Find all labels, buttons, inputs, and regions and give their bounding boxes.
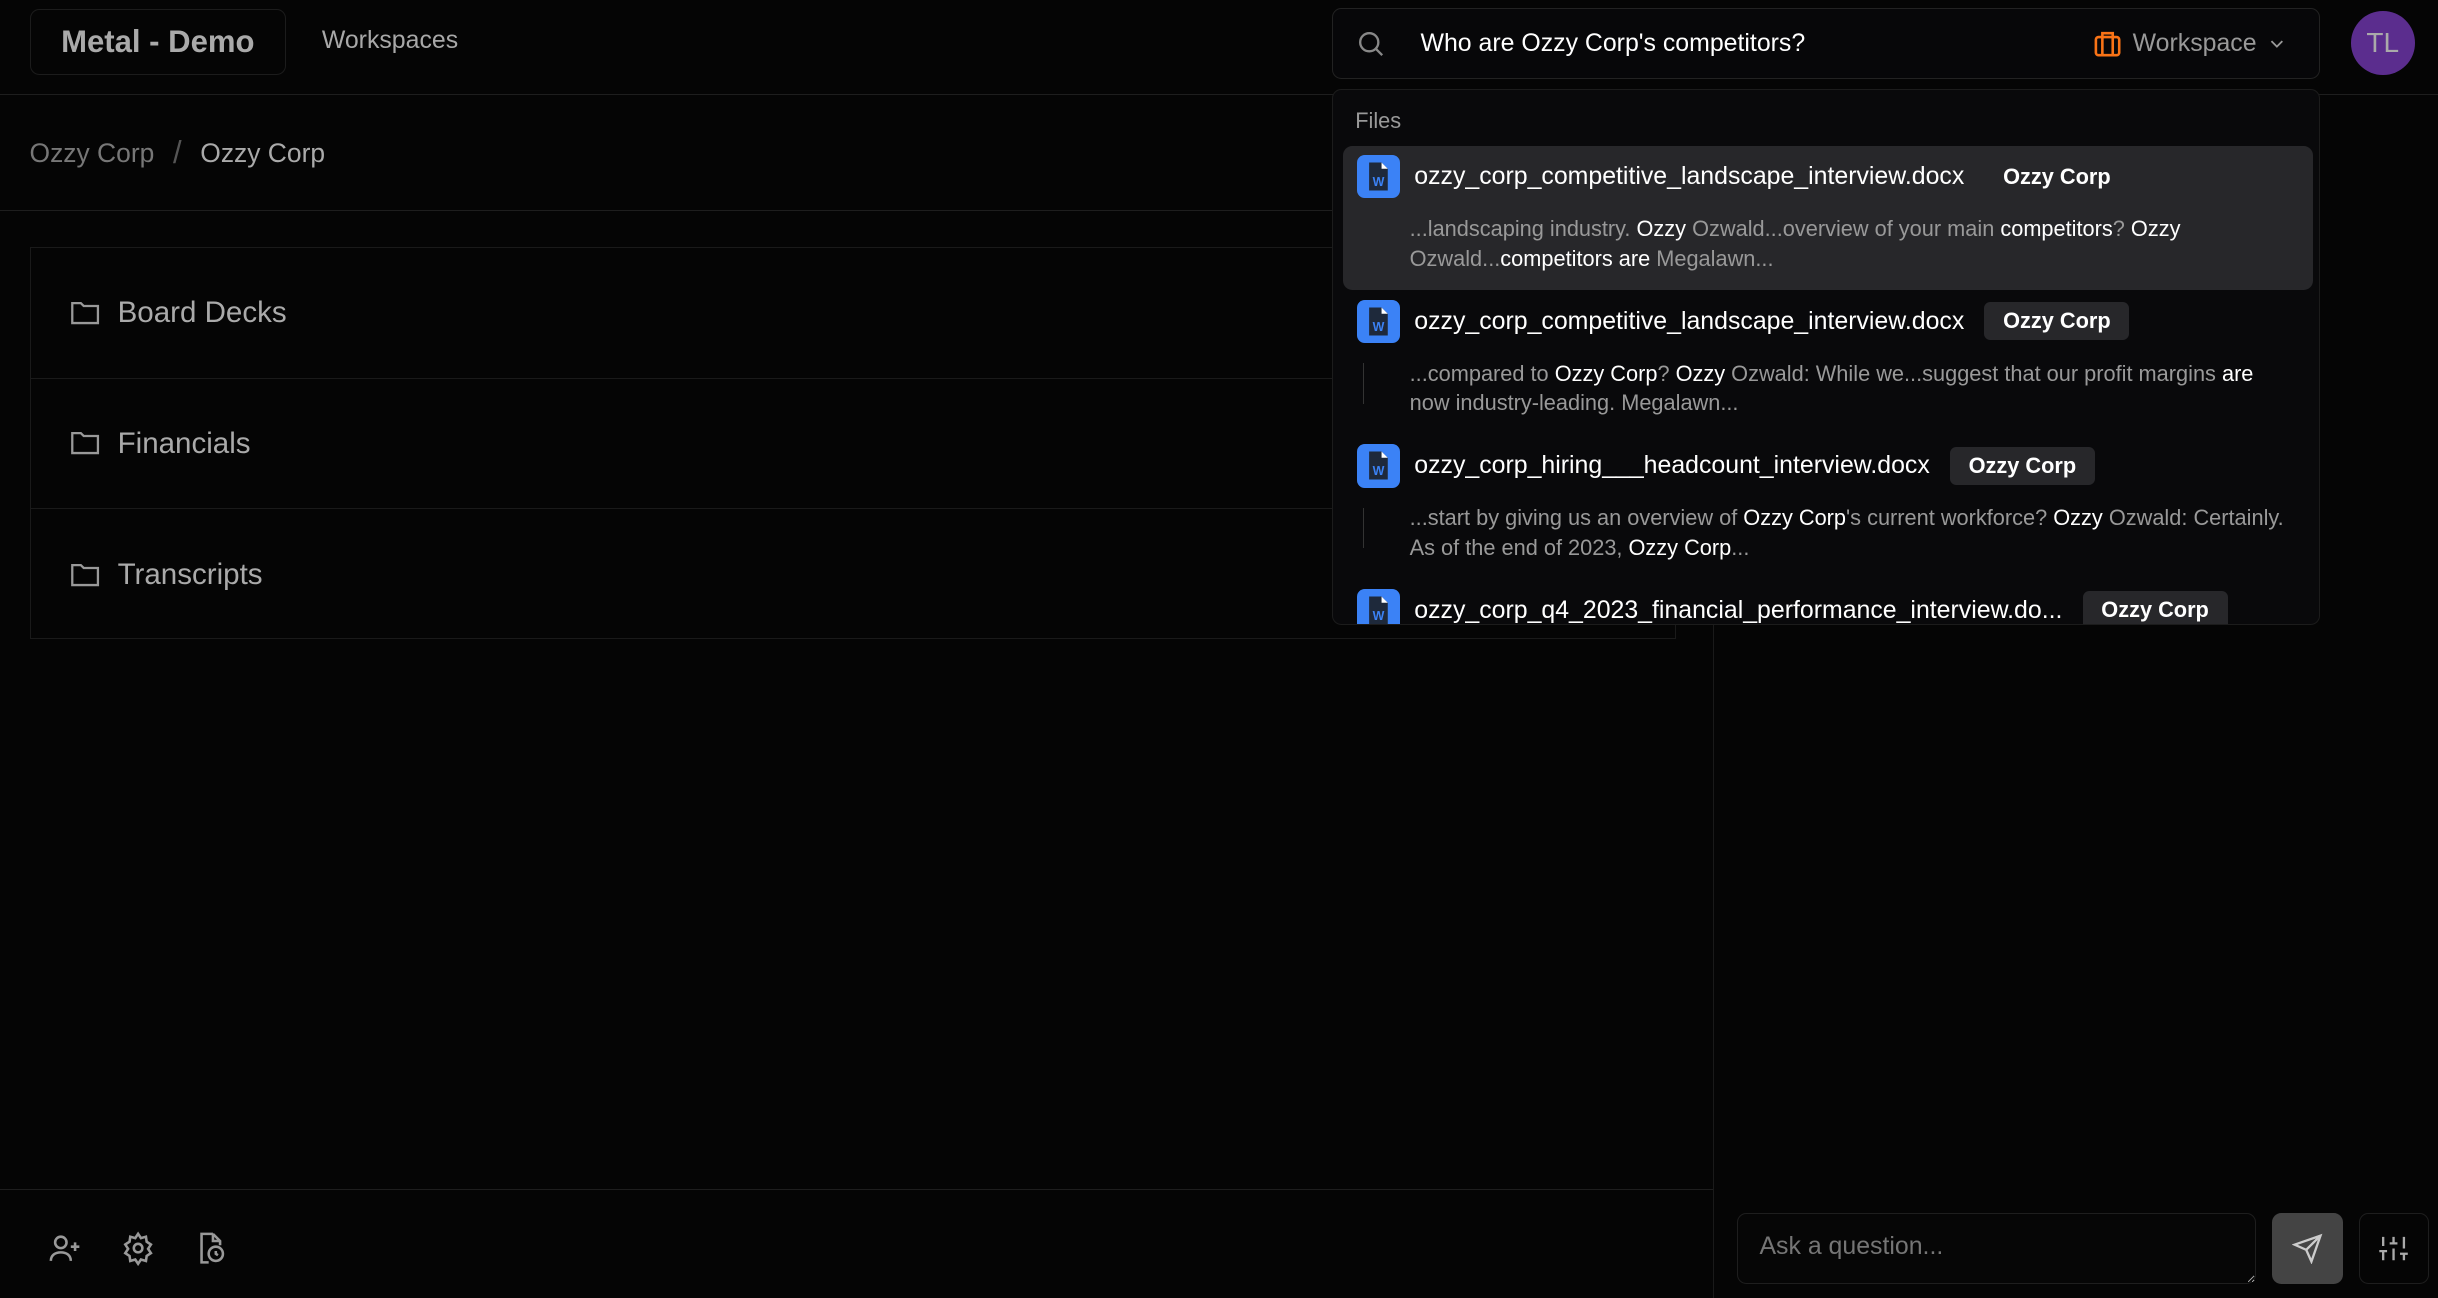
workspace-badge: Ozzy Corp <box>1984 302 2130 341</box>
search-result-item[interactable]: W ozzy_corp_q4_2023_financial_performanc… <box>1343 579 2313 625</box>
result-filename: ozzy_corp_hiring___headcount_interview.d… <box>1414 451 1930 480</box>
snippet-text: 's current workforce? <box>1846 505 2054 531</box>
snippet-text: Ozwald: While we...suggest that our prof… <box>1725 360 2222 386</box>
snippet-highlight: competitors <box>2000 215 2113 241</box>
breadcrumb-current: Ozzy Corp <box>200 137 326 168</box>
snippet-text: ... <box>1731 534 1750 560</box>
folder-name: Transcripts <box>117 557 263 591</box>
workspace-scope-dropdown[interactable]: Workspace <box>2092 28 2287 59</box>
word-document-icon: W <box>1356 299 1401 344</box>
word-document-icon: W <box>1356 588 1401 625</box>
sliders-icon <box>2379 1236 2408 1261</box>
app-logo[interactable]: Metal - Demo <box>29 9 287 75</box>
breadcrumb: Ozzy Corp / Ozzy Corp <box>30 135 326 171</box>
result-snippet: ...start by giving us an overview of Ozz… <box>1362 503 2299 562</box>
avatar[interactable]: TL <box>2350 10 2415 75</box>
workspace-scope-label: Workspace <box>2132 29 2257 58</box>
chevron-down-icon <box>2270 40 2283 48</box>
snippet-text: Ozwald... <box>1409 245 1501 271</box>
result-snippet: ...compared to Ozzy Corp? Ozzy Ozwald: W… <box>1362 359 2299 418</box>
folder-name: Financials <box>117 426 251 460</box>
folder-icon <box>70 432 99 455</box>
folder-icon <box>70 563 99 586</box>
result-filename: ozzy_corp_q4_2023_financial_performance_… <box>1414 595 2063 624</box>
snippet-highlight: Ozzy <box>1675 360 1726 386</box>
svg-text:W: W <box>1373 175 1385 189</box>
word-document-icon: W <box>1356 444 1401 488</box>
snippet-highlight: Ozzy Corp <box>1628 534 1732 560</box>
snippet-highlight: Ozzy Corp <box>1554 360 1658 386</box>
result-filename: ozzy_corp_competitive_landscape_intervie… <box>1414 162 1965 191</box>
settings-sliders-button[interactable] <box>2358 1212 2429 1285</box>
search-result-item[interactable]: W ozzy_corp_competitive_landscape_interv… <box>1342 145 2313 291</box>
snippet-text: Ozwald...overview of your main <box>1686 215 2001 241</box>
briefcase-icon <box>2094 31 2121 57</box>
breadcrumb-item[interactable]: Ozzy Corp <box>30 138 155 169</box>
snippet-highlight: are <box>2221 360 2254 386</box>
send-icon <box>2291 1233 2323 1265</box>
workspaces-link[interactable]: Workspaces <box>322 26 458 55</box>
snippet-text: Megalawn... <box>1650 245 1774 271</box>
search-results-dropdown: Files W ozzy_corp_competitive_landscape_… <box>1332 88 2320 625</box>
svg-text:W: W <box>1373 320 1385 334</box>
search-input[interactable]: Who are Ozzy Corp's competitors? <box>1421 29 2093 58</box>
snippet-highlight: Ozzy <box>1636 215 1687 241</box>
file-clock-icon[interactable] <box>193 1231 227 1265</box>
search-icon <box>1359 31 1384 57</box>
snippet-text: ...compared to <box>1409 360 1555 386</box>
snippet-text: ? <box>2112 215 2131 241</box>
search-bar[interactable]: Who are Ozzy Corp's competitors? Workspa… <box>1332 7 2320 80</box>
snippet-text: now industry-leading. Megalawn... <box>1409 390 1739 416</box>
gear-icon[interactable] <box>121 1231 155 1267</box>
ask-question-input[interactable] <box>1736 1212 2256 1285</box>
workspace-badge: Ozzy Corp <box>2003 163 2111 189</box>
snippet-highlight: Ozzy <box>2053 505 2103 531</box>
result-filename: ozzy_corp_competitive_landscape_intervie… <box>1414 306 1965 335</box>
folder-name: Board Decks <box>117 296 287 329</box>
add-user-icon[interactable] <box>48 1231 82 1265</box>
snippet-highlight: competitors are <box>1500 245 1651 271</box>
workspace-badge: Ozzy Corp <box>2082 591 2228 625</box>
divider <box>0 1189 1714 1191</box>
snippet-text: ? <box>1657 360 1676 386</box>
section-label: Files <box>1355 108 1402 134</box>
search-result-item[interactable]: W ozzy_corp_hiring___headcount_interview… <box>1343 435 2313 572</box>
result-snippet: ...landscaping industry. Ozzy Ozwald...o… <box>1410 214 2299 273</box>
svg-text:W: W <box>1373 464 1385 478</box>
folder-icon <box>70 301 99 325</box>
breadcrumb-separator: / <box>172 135 182 171</box>
svg-text:W: W <box>1373 609 1385 623</box>
word-document-icon: W <box>1356 154 1401 199</box>
send-button[interactable] <box>2271 1212 2344 1285</box>
snippet-text: ...landscaping industry. <box>1409 215 1637 241</box>
snippet-highlight: Ozzy Corp <box>1743 505 1847 531</box>
search-result-item[interactable]: W ozzy_corp_competitive_landscape_interv… <box>1343 290 2313 427</box>
snippet-highlight: Ozzy <box>2130 215 2181 241</box>
snippet-text: ...start by giving us an overview of <box>1409 505 1744 531</box>
workspace-badge: Ozzy Corp <box>1949 446 2095 486</box>
